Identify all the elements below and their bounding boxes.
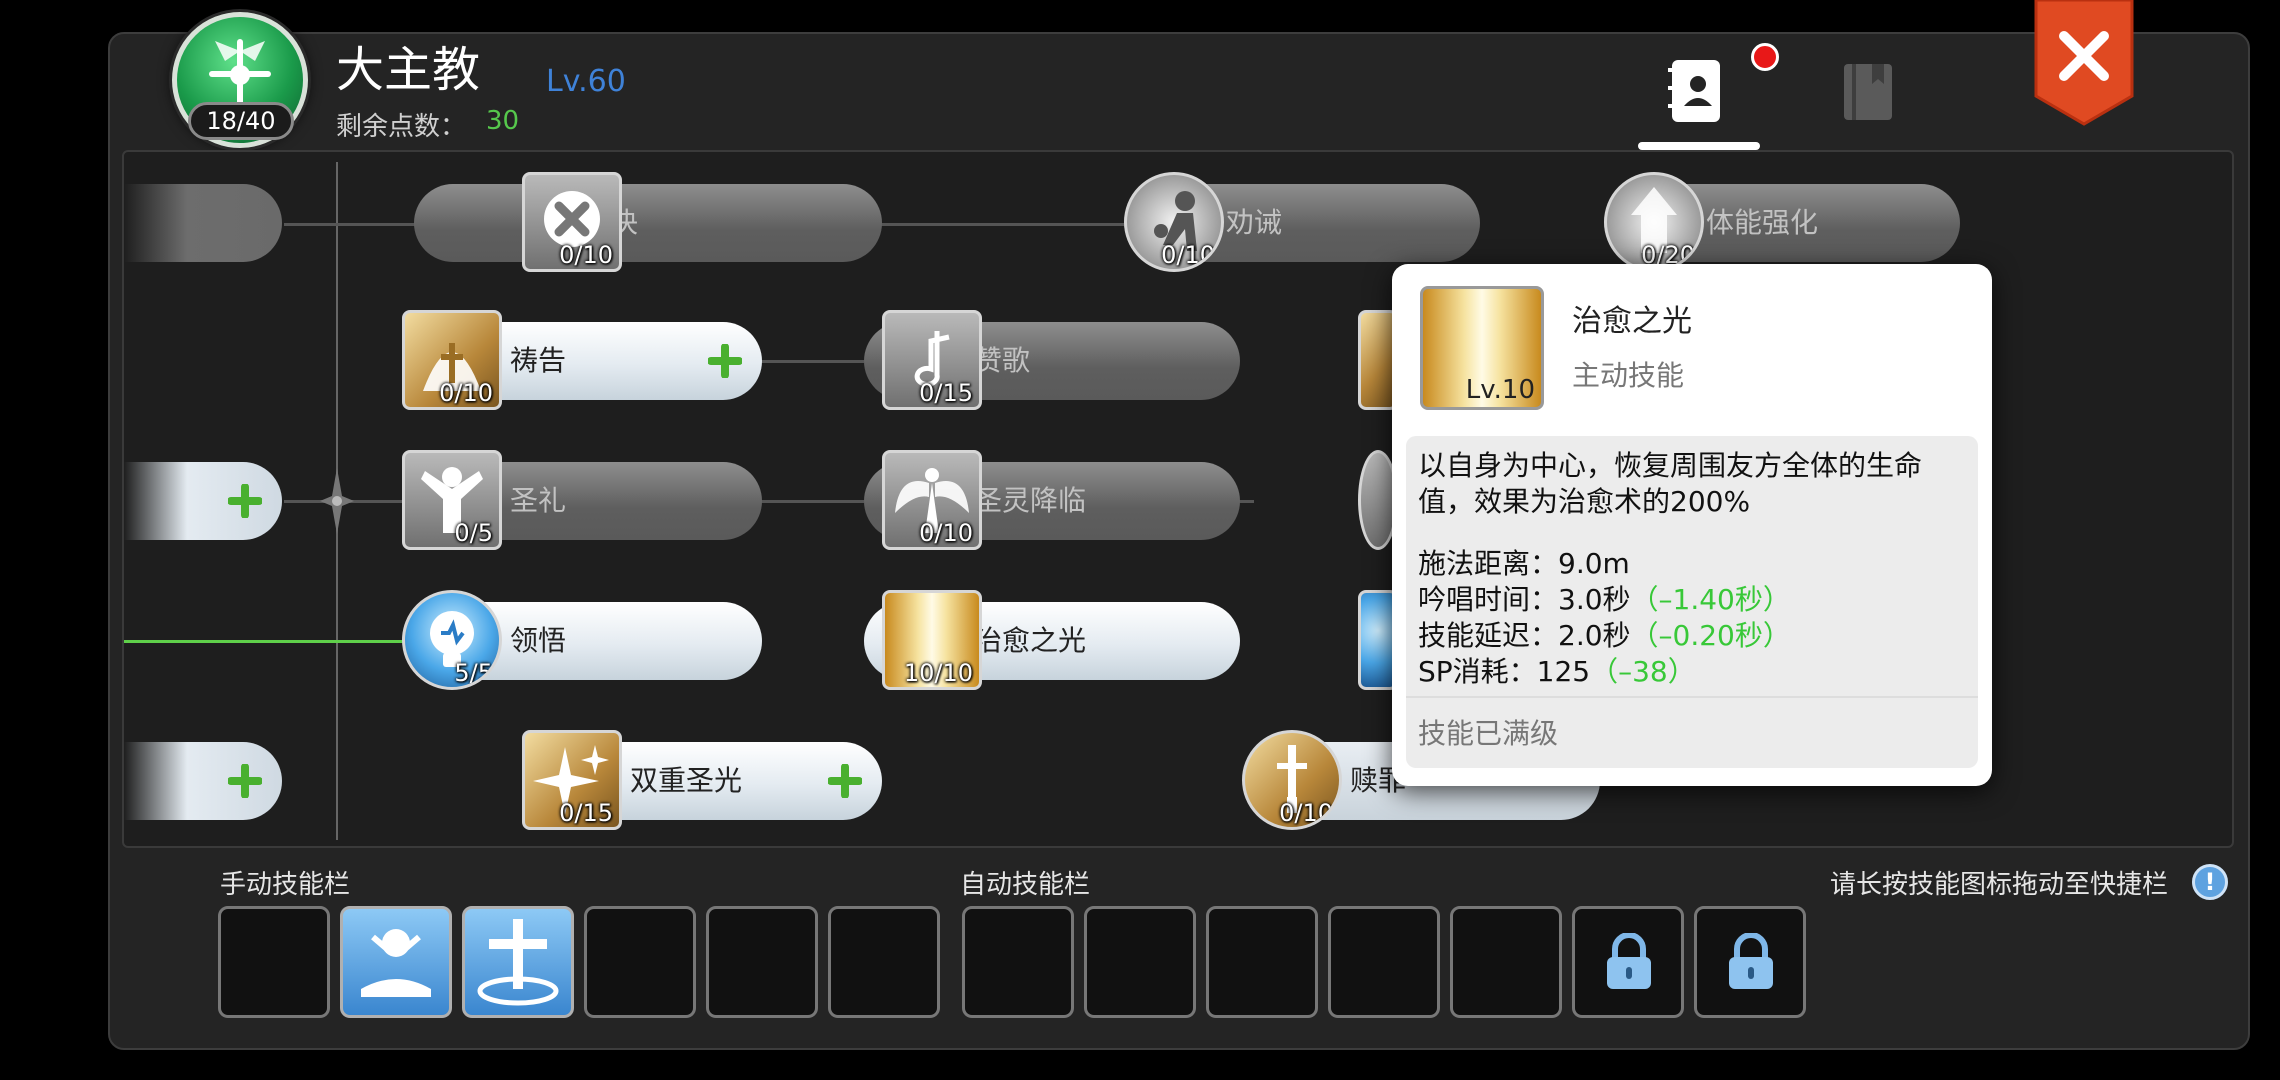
auto-skill-slot-locked[interactable] [1572, 906, 1684, 1018]
manual-skill-slot[interactable] [706, 906, 818, 1018]
skill-level-count: 0/10 [919, 519, 973, 547]
tooltip-status: 技能已满级 [1418, 717, 1559, 750]
skill-name: 领悟 [510, 624, 567, 657]
tooltip-stat-cast-time: 吟唱时间：3.0秒（–1.40秒） [1418, 582, 1791, 618]
skill-icon-atonement[interactable]: 0/10 [1242, 730, 1342, 830]
tab-skills[interactable] [1666, 56, 1726, 126]
skill-icon-admonition[interactable]: 0/10 [1124, 172, 1224, 272]
skill-node-offscreen[interactable] [124, 742, 282, 820]
holy-cross-icon [477, 919, 559, 1006]
stat-label: 施法距离：9.0m [1418, 547, 1630, 580]
class-name: 大主教 [336, 42, 481, 98]
tooltip-stat-range: 施法距离：9.0m [1418, 546, 1630, 582]
plus-icon[interactable] [708, 344, 742, 378]
skill-points-value: 30 [486, 106, 520, 136]
skill-icon-hymn[interactable]: 0/15 [882, 310, 982, 410]
drag-hint: 请长按技能图标拖动至快捷栏 [1830, 870, 2169, 900]
skill-book-icon [1668, 60, 1720, 122]
skill-icon-healing-light[interactable]: 10/10 [882, 590, 982, 690]
manual-skill-slot[interactable] [828, 906, 940, 1018]
stat-bonus: （–0.20秒） [1630, 619, 1791, 652]
skill-icon-veto[interactable]: 0/10 [522, 172, 622, 272]
tooltip-skill-icon: Lv.10 [1420, 286, 1544, 410]
class-level: Lv.60 [546, 64, 626, 99]
auto-skill-slot[interactable] [1084, 906, 1196, 1018]
tooltip-stat-delay: 技能延迟：2.0秒（–0.20秒） [1418, 618, 1791, 654]
tooltip-stat-sp-cost: SP消耗：125（–38） [1418, 654, 1696, 690]
skill-name: 祷告 [510, 344, 567, 377]
skill-level-count: 0/10 [1279, 799, 1333, 827]
connector-line [874, 223, 1154, 226]
skill-level-count: 0/10 [439, 379, 493, 407]
tab-book[interactable] [1842, 62, 1894, 122]
notification-dot [1751, 43, 1779, 71]
skill-icon-double-light[interactable]: 0/15 [522, 730, 622, 830]
close-button[interactable] [2034, 0, 2134, 126]
stat-label: 吟唱时间：3.0秒 [1418, 583, 1631, 616]
manual-skill-slot[interactable] [340, 906, 452, 1018]
book-icon [1844, 64, 1892, 120]
tooltip-skill-type: 主动技能 [1572, 359, 1685, 392]
skill-level-count: 0/15 [919, 379, 973, 407]
tooltip-description: 以自身为中心，恢复周围友方全体的生命值，效果为治愈术的200% [1418, 449, 1923, 518]
stat-bonus: （–38） [1590, 655, 1696, 688]
skill-name: 赞歌 [974, 344, 1031, 377]
skill-icon-holy-descent[interactable]: 0/10 [882, 450, 982, 550]
points-used-badge: 18/40 [188, 102, 294, 140]
plus-icon[interactable] [828, 764, 862, 798]
connector-line [754, 360, 864, 363]
skill-node-offscreen[interactable] [124, 184, 282, 262]
auto-skill-slot[interactable] [962, 906, 1074, 1018]
skill-level-count: 5/5 [454, 659, 493, 687]
lock-icon [1729, 933, 1773, 989]
stat-label: 技能延迟：2.0秒 [1418, 619, 1631, 652]
skill-name: 圣灵降临 [974, 484, 1087, 517]
stat-label: SP消耗：125 [1418, 655, 1591, 688]
skill-name: 治愈之光 [974, 624, 1087, 657]
skill-name: 圣礼 [510, 484, 567, 517]
skill-tree-screen: 18/40 大主教 Lv.60 剩余点数： 30 0/10 劝诫 0/10 体能… [0, 0, 2280, 1080]
auto-bar-label: 自动技能栏 [960, 870, 1091, 900]
manual-bar-label: 手动技能栏 [220, 870, 351, 900]
plus-icon[interactable] [228, 764, 262, 798]
skill-name: 双重圣光 [630, 764, 743, 797]
tree-junction-icon [320, 468, 354, 534]
skill-icon-prayer[interactable]: 0/10 [402, 310, 502, 410]
resurrection-icon [361, 929, 431, 997]
close-icon [2034, 0, 2134, 126]
auto-skill-slot[interactable] [1206, 906, 1318, 1018]
skill-name: 劝诫 [1226, 206, 1283, 239]
auto-skill-slot[interactable] [1328, 906, 1440, 1018]
skill-points-label: 剩余点数： [336, 112, 467, 142]
tooltip-divider [1406, 696, 1978, 698]
lock-icon [1607, 933, 1651, 989]
skill-level-count: 0/10 [559, 241, 613, 269]
tooltip-skill-level: Lv.10 [1465, 375, 1535, 405]
skill-node-veto[interactable]: 否决 [414, 184, 882, 262]
stat-bonus: （–1.40秒） [1630, 583, 1791, 616]
skill-node-offscreen[interactable] [124, 462, 282, 540]
auto-skill-slot[interactable] [1450, 906, 1562, 1018]
skill-level-count: 0/15 [559, 799, 613, 827]
skill-level-count: 0/5 [454, 519, 493, 547]
info-icon[interactable]: ! [2192, 864, 2228, 900]
manual-skill-slot[interactable] [462, 906, 574, 1018]
tooltip-skill-name: 治愈之光 [1572, 304, 1692, 339]
active-connector-line [124, 640, 404, 643]
skill-tooltip: Lv.10 治愈之光 主动技能 以自身为中心，恢复周围友方全体的生命值，效果为治… [1392, 264, 1992, 786]
manual-skill-slot[interactable] [218, 906, 330, 1018]
auto-skill-slot-locked[interactable] [1694, 906, 1806, 1018]
manual-skill-slot[interactable] [584, 906, 696, 1018]
skill-level-count: 0/10 [1161, 241, 1215, 269]
skill-level-count: 10/10 [903, 659, 973, 687]
connector-line [754, 500, 864, 503]
skill-icon-sacrament[interactable]: 0/5 [402, 450, 502, 550]
skill-icon-physique[interactable]: 0/20 [1604, 172, 1704, 272]
plus-icon[interactable] [228, 484, 262, 518]
active-tab-indicator [1638, 142, 1760, 150]
skill-name: 体能强化 [1706, 206, 1819, 239]
skill-icon-insight[interactable]: 5/5 [402, 590, 502, 690]
